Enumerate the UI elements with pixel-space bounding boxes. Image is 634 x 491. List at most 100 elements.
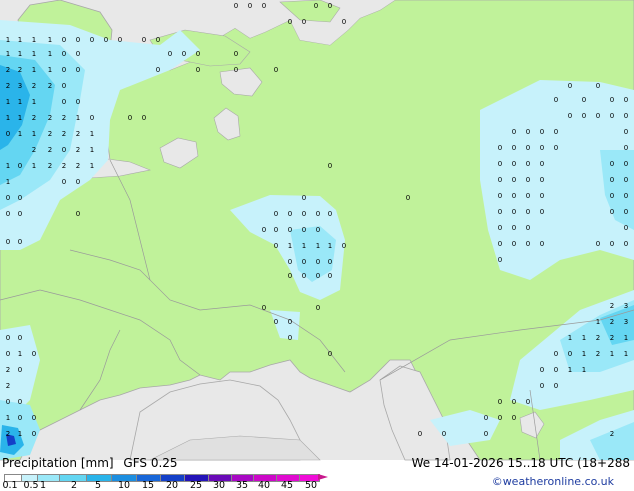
precip-value-label: 0 <box>6 238 10 246</box>
precip-value-label: 1 <box>6 162 10 170</box>
precip-value-label: 0 <box>512 128 516 136</box>
precip-value-label: 1 <box>624 334 628 342</box>
precip-value-label: 1 <box>6 98 10 106</box>
precip-value-label: 0 <box>156 36 160 44</box>
precip-value-label: 2 <box>18 66 22 74</box>
precip-value-label: 2 <box>610 334 614 342</box>
precip-value-label: 0 <box>316 210 320 218</box>
precip-value-label: 0 <box>314 2 318 10</box>
precip-value-label: 0 <box>498 398 502 406</box>
precip-value-label: 1 <box>76 114 80 122</box>
precip-value-label: 2 <box>596 334 600 342</box>
legend-arrow <box>318 474 328 480</box>
precip-value-label: 0 <box>512 224 516 232</box>
precip-value-label: 0 <box>18 162 22 170</box>
precip-value-label: 0 <box>18 194 22 202</box>
precip-value-label: 0 <box>90 114 94 122</box>
precip-value-label: 2 <box>48 114 52 122</box>
precip-value-label: 0 <box>262 304 266 312</box>
precip-value-label: 1 <box>568 366 572 374</box>
precip-value-label: 2 <box>6 382 10 390</box>
precip-value-label: 0 <box>6 210 10 218</box>
precip-value-label: 0 <box>554 382 558 390</box>
precip-value-label: 1 <box>610 350 614 358</box>
precip-value-label: 0 <box>540 160 544 168</box>
precip-value-label: 0 <box>624 240 628 248</box>
precip-value-label: 0 <box>512 240 516 248</box>
precip-value-label: 0 <box>554 128 558 136</box>
precip-value-label: 0 <box>624 208 628 216</box>
precip-value-label: 1 <box>18 114 22 122</box>
precip-value-label: 0 <box>610 176 614 184</box>
precip-value-label: 0 <box>302 226 306 234</box>
precip-value-label: 0 <box>406 194 410 202</box>
precip-value-label: 0 <box>526 398 530 406</box>
precip-value-label: 1 <box>596 318 600 326</box>
precip-value-label: 0 <box>156 66 160 74</box>
precip-value-label: 0 <box>596 82 600 90</box>
precip-value-label: 0 <box>18 334 22 342</box>
precip-value-label: 0 <box>624 160 628 168</box>
precip-value-label: 0 <box>234 66 238 74</box>
precip-value-label: 0 <box>582 112 586 120</box>
map-title: Precipitation [mm] GFS 0.25 <box>2 456 178 470</box>
legend-tick-label: 25 <box>189 480 203 491</box>
precip-value-label: 0 <box>62 36 66 44</box>
precip-value-label: 0 <box>342 242 346 250</box>
precip-value-label: 1 <box>582 366 586 374</box>
precip-value-label: 0 <box>288 258 292 266</box>
precip-value-label: 0 <box>596 112 600 120</box>
precip-value-label: 1 <box>302 242 306 250</box>
precip-value-label: 0 <box>624 224 628 232</box>
precip-value-label: 0 <box>6 398 10 406</box>
precip-value-label: 0 <box>610 96 614 104</box>
precip-value-label: 0 <box>526 240 530 248</box>
precip-value-label: 0 <box>498 224 502 232</box>
precip-value-label: 0 <box>262 2 266 10</box>
precip-value-label: 2 <box>48 82 52 90</box>
legend-tick-label: 35 <box>235 480 249 491</box>
precip-value-label: 0 <box>498 160 502 168</box>
precip-value-label: 1 <box>624 350 628 358</box>
precip-value-label: 0 <box>498 414 502 422</box>
precip-value-label: 0 <box>498 208 502 216</box>
precip-value-label: 1 <box>18 50 22 58</box>
precip-value-label: 1 <box>18 98 22 106</box>
precip-value-label: 0 <box>196 66 200 74</box>
precip-value-label: 0 <box>288 334 292 342</box>
precip-value-label: 0 <box>526 192 530 200</box>
precip-value-label: 0 <box>168 50 172 58</box>
precip-value-label: 0 <box>18 398 22 406</box>
precip-value-label: 2 <box>32 82 36 90</box>
precip-value-label: 0 <box>610 112 614 120</box>
precip-value-label: 0 <box>262 226 266 234</box>
precip-value-label: 0 <box>328 272 332 280</box>
precip-value-label: 0 <box>328 2 332 10</box>
precip-value-label: 2 <box>6 430 10 438</box>
precip-value-label: 2 <box>76 130 80 138</box>
precip-value-label: 1 <box>18 430 22 438</box>
precip-value-label: 0 <box>6 350 10 358</box>
precip-value-label: 0 <box>568 82 572 90</box>
precip-value-label: 0 <box>526 176 530 184</box>
precip-value-label: 0 <box>18 414 22 422</box>
precip-value-label: 0 <box>316 258 320 266</box>
precip-value-label: 1 <box>6 114 10 122</box>
legend-tick-label: 0.1 <box>2 480 18 491</box>
precip-value-label: 0 <box>62 98 66 106</box>
precip-value-label: 0 <box>624 176 628 184</box>
precip-value-label: 0 <box>316 272 320 280</box>
precip-value-label: 0 <box>302 194 306 202</box>
precip-value-label: 0 <box>568 350 572 358</box>
precip-value-label: 2 <box>62 162 66 170</box>
precip-value-label: 0 <box>6 130 10 138</box>
precip-value-label: 0 <box>142 114 146 122</box>
precip-value-label: 0 <box>18 238 22 246</box>
legend-tick-label: 45 <box>280 480 294 491</box>
precip-value-label: 0 <box>512 398 516 406</box>
precip-value-label: 0 <box>512 160 516 168</box>
precip-value-label: 0 <box>62 50 66 58</box>
precip-value-label: 2 <box>76 162 80 170</box>
precip-value-label: 2 <box>48 146 52 154</box>
precip-value-label: 0 <box>498 176 502 184</box>
